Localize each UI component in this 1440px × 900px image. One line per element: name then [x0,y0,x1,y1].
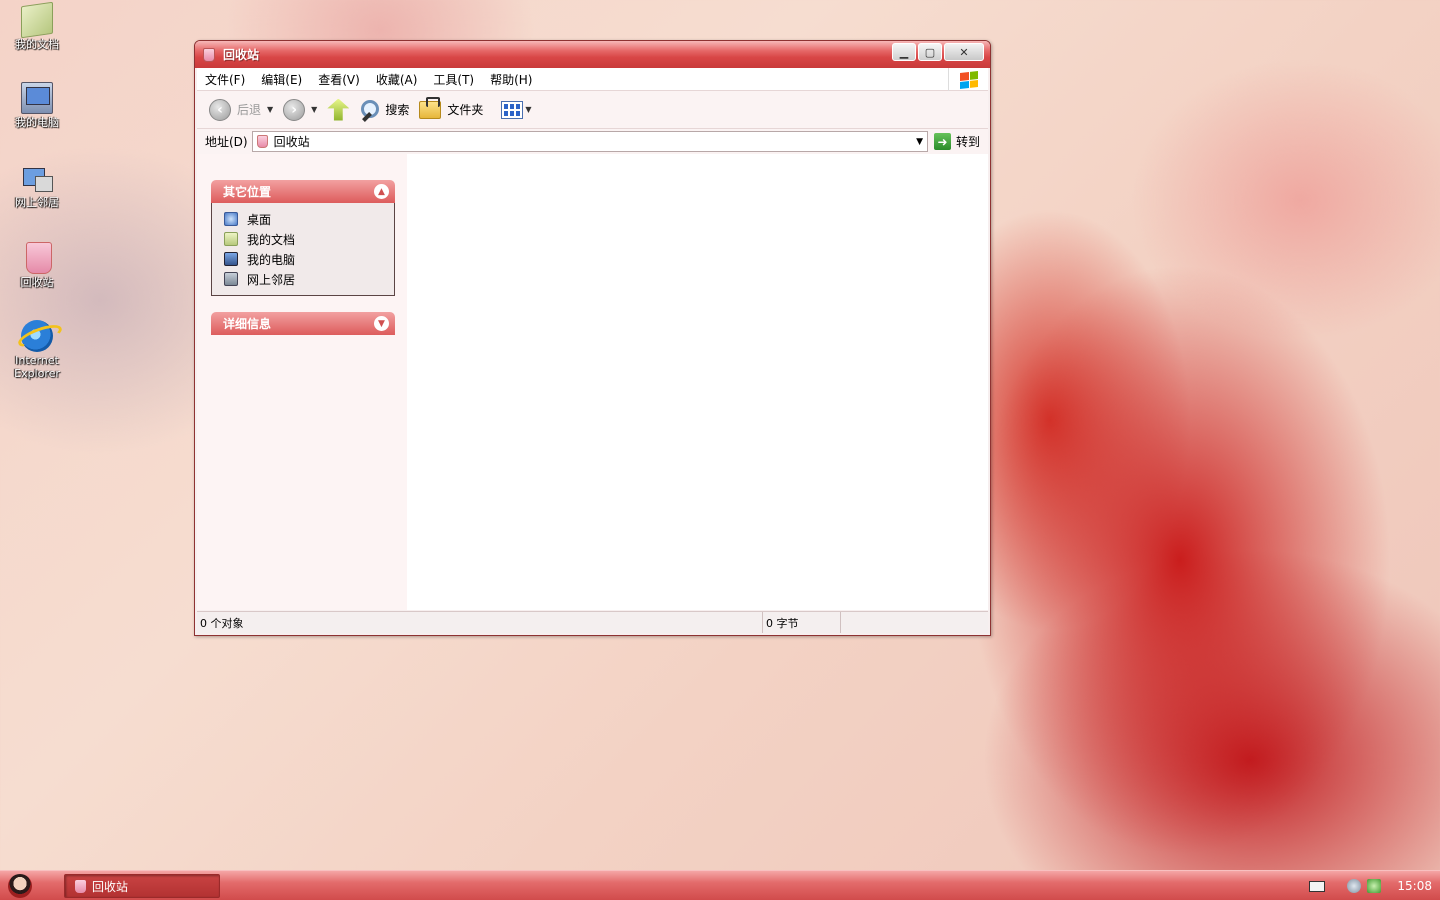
address-input[interactable]: 回收站 ▼ [251,131,928,152]
place-label: 我的文档 [247,232,296,247]
maximize-button[interactable]: ▢ [918,43,942,61]
desktop-icon-label: 我的电脑 [15,116,59,129]
clock[interactable]: 15:08 [1397,879,1432,893]
taskbar: 回收站 15:08 [0,870,1440,900]
task-pane: 其它位置 ▲ 桌面 我的文档 我的电脑 网上邻居 详细信息 ▼ [197,154,407,610]
file-list-area[interactable] [407,154,988,610]
toolbar: ‹ 后退 ▼ › ▼ 搜索 文件夹 ▼ [197,91,988,129]
my-computer-icon [224,252,238,266]
network-places-icon [21,162,53,194]
panel-other-places: 其它位置 ▲ 桌面 我的文档 我的电脑 网上邻居 [211,180,395,296]
close-button[interactable]: ✕ [944,43,984,61]
window-title: 回收站 [223,48,260,62]
my-documents-icon [224,232,238,246]
network-tray-icon[interactable] [1367,879,1382,893]
search-icon [359,99,381,121]
status-bytes: 0 字节 [763,612,841,633]
status-object-count: 0 个对象 [197,612,763,633]
start-button-icon[interactable] [8,874,32,898]
address-label: 地址(D) [205,135,248,149]
chevron-down-icon[interactable]: ▼ [374,316,389,331]
desktop-icon-my-computer[interactable]: 我的电脑 [6,82,68,129]
panel-details-header[interactable]: 详细信息 ▼ [211,312,395,335]
recycle-bin-icon [25,242,52,274]
go-arrow-icon: ➜ [933,133,951,150]
internet-explorer-icon [21,320,53,352]
desktop-icon [224,212,238,226]
views-button[interactable]: ▼ [501,100,532,119]
search-label: 搜索 [385,103,410,117]
desktop-icon-my-documents[interactable]: 我的文档 [6,1,68,51]
network-places-icon [224,272,238,286]
chevron-down-icon[interactable]: ▼ [525,105,531,114]
taskbar-button-recycle-bin[interactable]: 回收站 [64,874,220,898]
folder-icon [419,96,442,119]
system-tray: 15:08 [1309,871,1440,900]
status-empty [841,612,988,633]
place-label: 桌面 [247,212,272,227]
menu-help[interactable]: 帮助(H) [490,71,532,88]
chevron-down-icon[interactable]: ▼ [267,105,273,114]
place-label: 我的电脑 [247,252,296,267]
title-bar[interactable]: 回收站 ▁ ▢ ✕ [195,41,990,68]
go-label: 转到 [955,135,980,149]
place-network[interactable]: 网上邻居 [224,269,394,289]
panel-title: 详细信息 [223,317,272,331]
address-bar: 地址(D) 回收站 ▼ ➜ 转到 [197,129,988,155]
minimize-button[interactable]: ▁ [892,43,916,61]
chevron-down-icon[interactable]: ▼ [311,105,317,114]
recycle-bin-icon [75,879,86,893]
desktop-icon-label: 回收站 [20,276,54,289]
window-controls: ▁ ▢ ✕ [892,43,984,61]
my-computer-icon [21,82,53,114]
windows-logo-icon [948,68,988,91]
folders-button[interactable]: 文件夹 [419,96,484,119]
desktop-icon-network[interactable]: 网上邻居 [6,162,68,209]
menu-tools[interactable]: 工具(T) [433,71,474,88]
taskbar-button-label: 回收站 [92,879,129,894]
volume-icon[interactable] [1347,879,1362,893]
menu-favorites[interactable]: 收藏(A) [376,71,418,88]
up-arrow-icon [327,98,350,121]
chevron-up-icon[interactable]: ▲ [374,184,389,199]
menu-file[interactable]: 文件(F) [205,71,245,88]
keyboard-icon[interactable] [1309,880,1326,892]
place-my-documents[interactable]: 我的文档 [224,229,394,249]
views-icon [501,100,524,119]
desktop-icon-label: 网上邻居 [15,196,59,209]
back-arrow-icon: ‹ [209,98,231,121]
desktop-icon-internet-explorer[interactable]: Internet Explorer [6,320,68,380]
folders-label: 文件夹 [447,103,484,117]
forward-button[interactable]: › ▼ [283,98,317,121]
panel-details: 详细信息 ▼ [211,312,395,335]
panel-title: 其它位置 [223,185,272,199]
address-value: 回收站 [273,135,310,149]
recycle-bin-window: 回收站 ▁ ▢ ✕ 文件(F) 编辑(E) 查看(V) 收藏(A) 工具(T) … [194,40,991,636]
desktop-icon-label: Internet Explorer [14,354,60,380]
chevron-down-icon[interactable]: ▼ [916,137,923,147]
desktop-icon-recycle-bin[interactable]: 回收站 [6,242,68,289]
menu-view[interactable]: 查看(V) [318,71,360,88]
window-body: 其它位置 ▲ 桌面 我的文档 我的电脑 网上邻居 详细信息 ▼ [197,154,988,610]
place-my-computer[interactable]: 我的电脑 [224,249,394,269]
place-desktop[interactable]: 桌面 [224,209,394,229]
go-button[interactable]: ➜ 转到 [933,133,980,150]
menu-bar: 文件(F) 编辑(E) 查看(V) 收藏(A) 工具(T) 帮助(H) [197,68,988,91]
status-bar: 0 个对象 0 字节 [197,611,988,633]
back-button[interactable]: ‹ 后退 ▼ [209,98,273,121]
recycle-bin-icon [256,135,268,148]
back-label: 后退 [237,103,262,117]
my-documents-icon [21,1,53,39]
forward-arrow-icon: › [283,98,306,121]
panel-other-places-header[interactable]: 其它位置 ▲ [211,180,395,203]
recycle-bin-icon [203,47,215,62]
desktop-icon-label: 我的文档 [15,38,59,51]
up-button[interactable] [327,98,350,121]
search-button[interactable]: 搜索 [359,99,409,121]
place-label: 网上邻居 [247,272,296,287]
panel-other-places-body: 桌面 我的文档 我的电脑 网上邻居 [211,203,395,296]
menu-edit[interactable]: 编辑(E) [261,71,302,88]
